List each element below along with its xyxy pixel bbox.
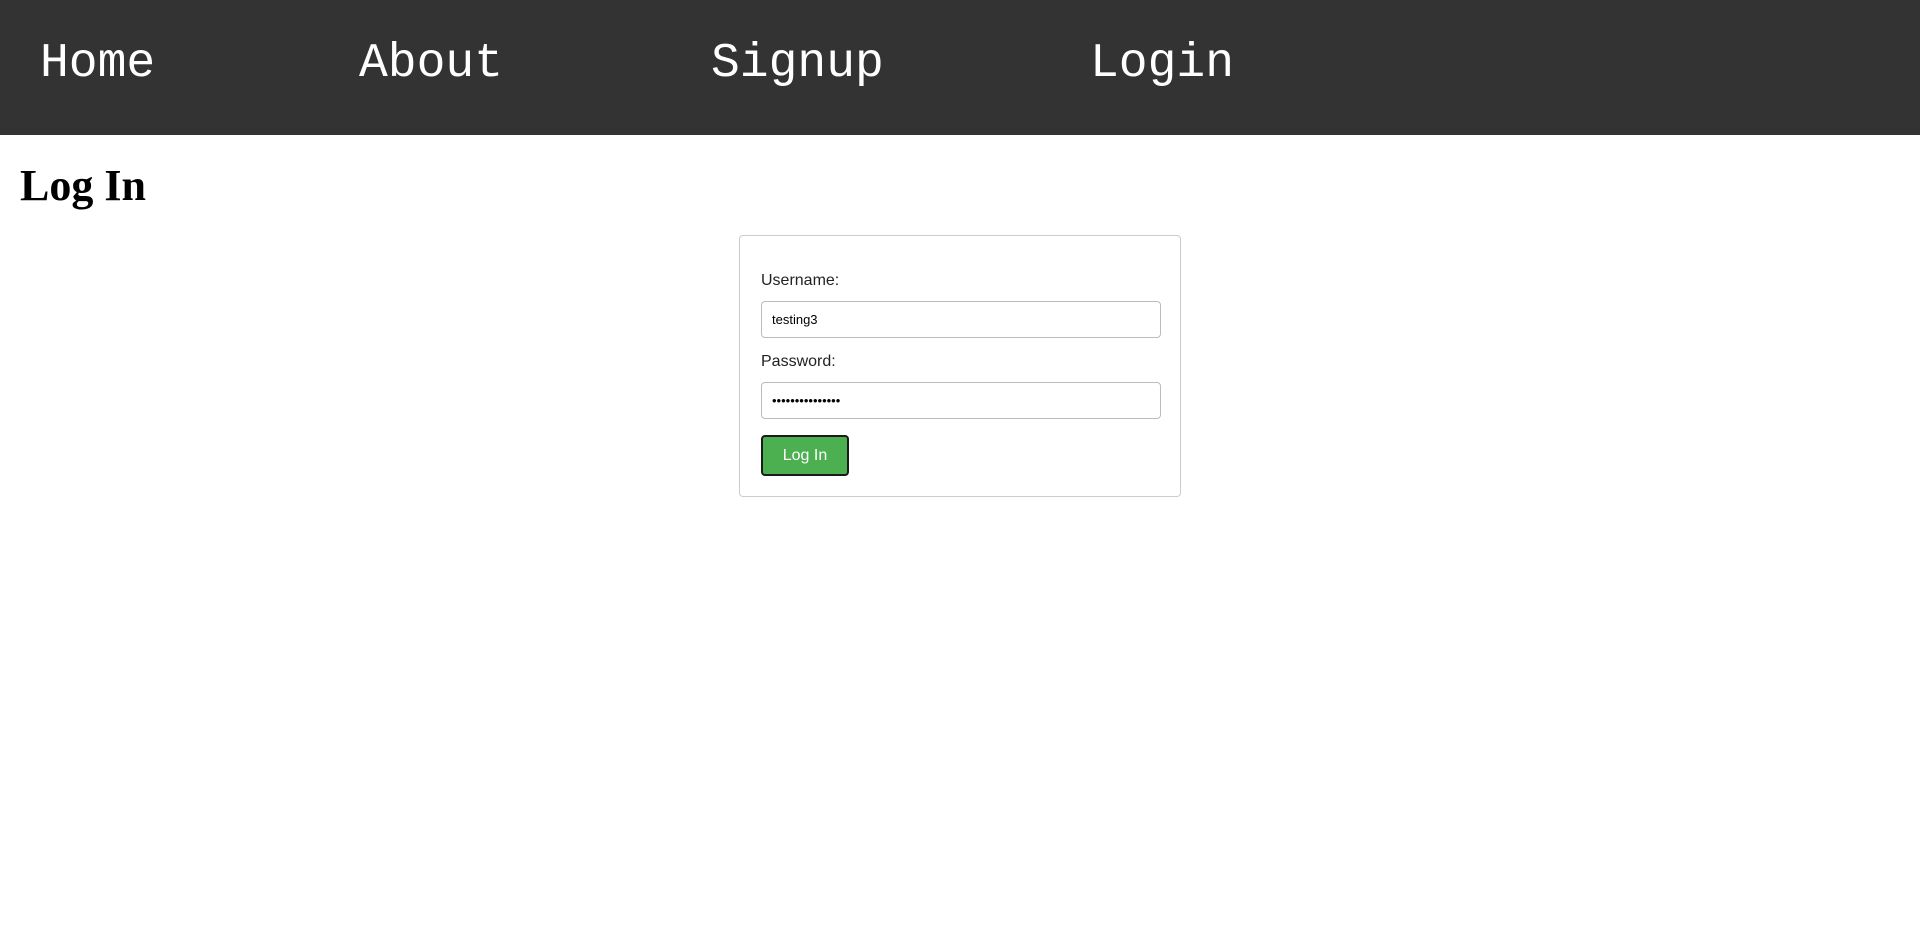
nav-link-login[interactable]: Login (1090, 36, 1234, 92)
username-label: Username: (761, 272, 840, 289)
password-input[interactable] (761, 382, 1161, 419)
password-label: Password: (761, 353, 836, 370)
login-submit-button[interactable]: Log In (761, 435, 849, 476)
nav-link-signup[interactable]: Signup (711, 36, 884, 92)
top-navigation-bar: Home About Signup Login (0, 0, 1920, 135)
username-input[interactable] (761, 301, 1161, 338)
page-title: Log In (20, 161, 146, 210)
nav-link-home[interactable]: Home (40, 36, 155, 92)
login-form: Username: Password: Log In (739, 235, 1181, 497)
nav-link-about[interactable]: About (359, 36, 503, 92)
